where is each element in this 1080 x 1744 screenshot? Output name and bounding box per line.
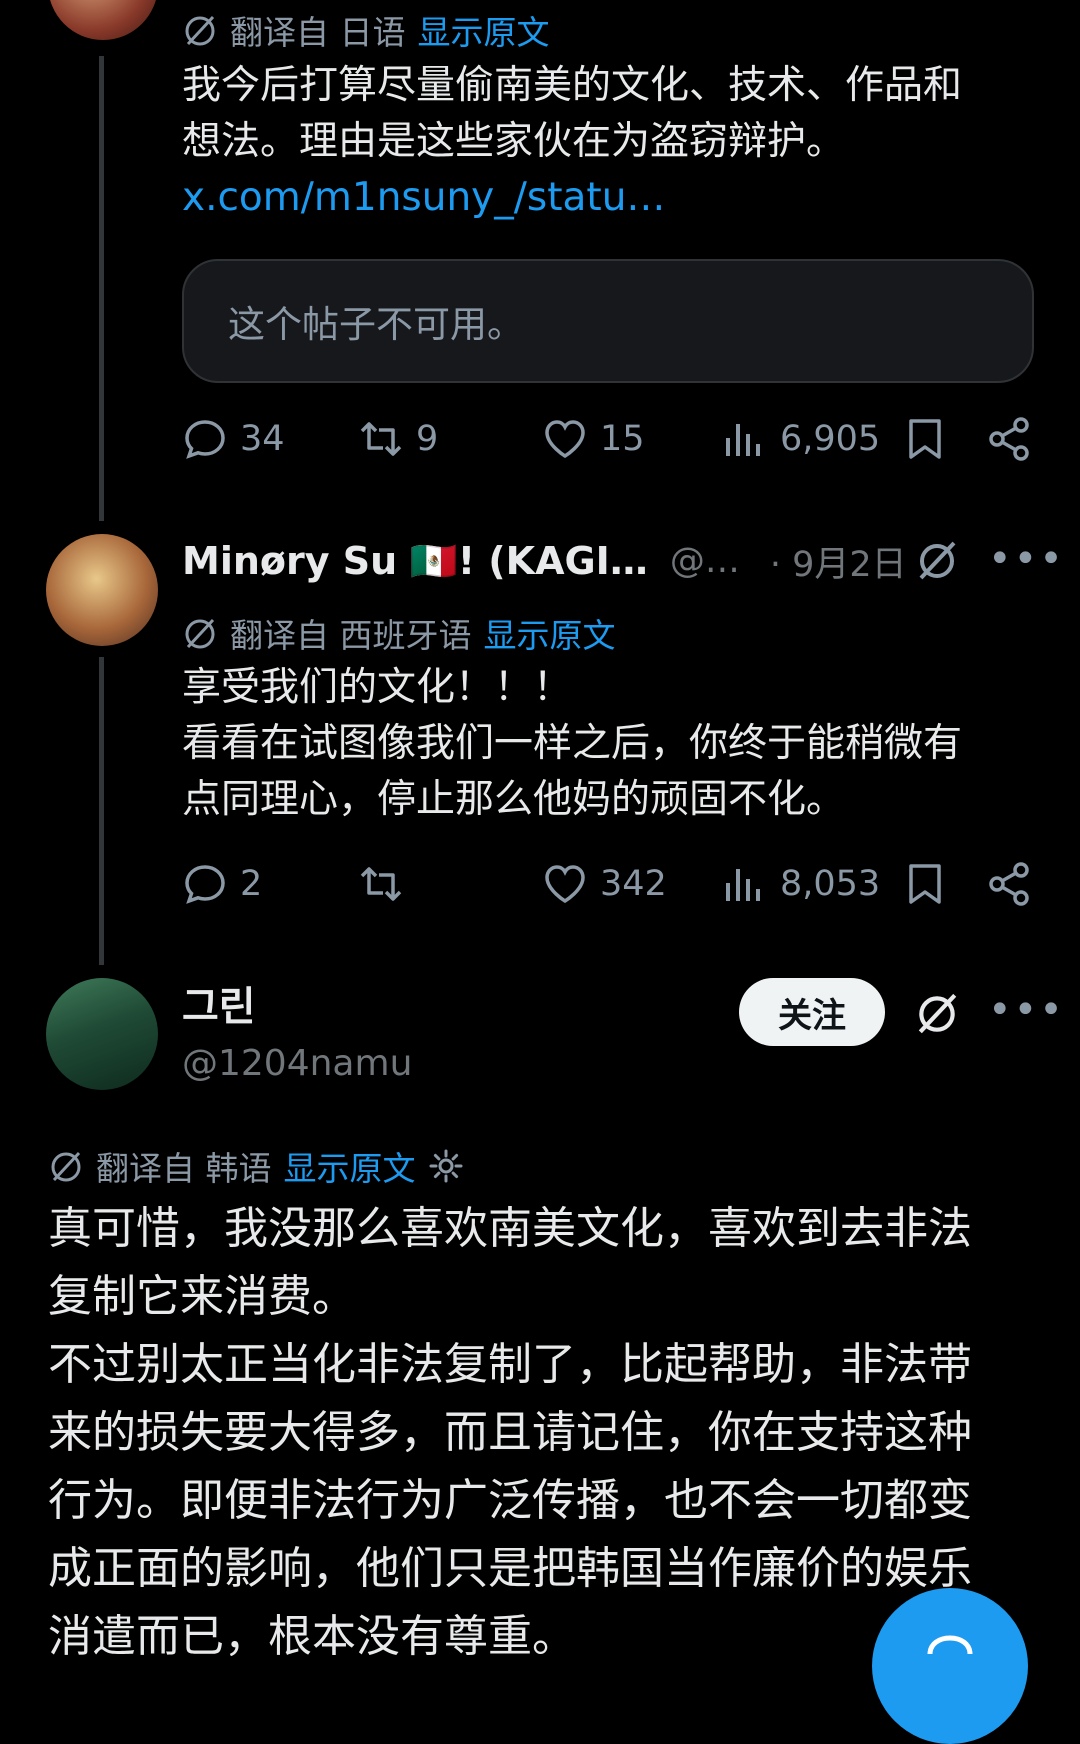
handle-row: @1204namu	[182, 1038, 412, 1088]
compose-button[interactable]	[872, 1588, 1028, 1744]
tweet-text-line: 想法。理由是这些家伙在为盗窃辩护。	[182, 119, 846, 164]
translation-source: 翻译自 西班牙语	[230, 616, 472, 655]
tweet-actions: 2 342 8,053	[182, 861, 1052, 917]
bookmark-button[interactable]	[902, 861, 948, 907]
heart-icon	[545, 865, 585, 904]
like-button[interactable]: 342	[542, 861, 667, 907]
show-original-link[interactable]: 显示原文	[418, 6, 550, 54]
bookmark-icon	[909, 419, 941, 459]
translation-bar: 翻译自 西班牙语 显示原文	[182, 609, 616, 657]
translation-source: 翻译自 韩语	[96, 1149, 272, 1188]
like-count: 342	[600, 864, 667, 904]
reply-button[interactable]: 34	[182, 416, 285, 462]
tweet-text-line: 享受我们的文化！！！	[182, 665, 573, 710]
reply-count: 2	[240, 864, 263, 904]
unavailable-text: 这个帖子不可用。	[228, 303, 524, 346]
more-icon[interactable]: •••	[988, 987, 1065, 1033]
views-button[interactable]: 6,905	[722, 416, 880, 462]
avatar[interactable]	[46, 534, 158, 646]
like-count: 15	[600, 419, 645, 459]
grok-translate-icon	[51, 1151, 81, 1182]
display-name-row: 그린	[182, 978, 256, 1030]
tweet-text-line: 消遣而已，根本没有尊重。	[48, 1611, 576, 1662]
avatar[interactable]	[48, 0, 158, 40]
retweet-button[interactable]: 9	[358, 416, 438, 462]
heart-icon	[545, 420, 585, 459]
unavailable-quote: 这个帖子不可用。	[182, 259, 1034, 383]
tweet-text-line: 来的损失要大得多，而且请记住，你在支持这种	[48, 1407, 972, 1458]
retweet-count: 9	[416, 419, 439, 459]
retweet-icon	[360, 422, 402, 456]
translation-source: 翻译自 日语	[230, 13, 406, 52]
translation-bar: 翻译自 韩语 显示原文	[48, 1142, 464, 1190]
display-name[interactable]: Minøry Su 🇲🇽! (KAGI…	[182, 539, 648, 584]
gear-icon[interactable]	[428, 1148, 464, 1184]
tweet-text-line: 真可惜，我没那么喜欢南美文化，喜欢到去非法	[48, 1203, 972, 1254]
tweet-link[interactable]: x.com/m1nsuny_/statu…	[182, 170, 962, 226]
reply-count: 34	[240, 419, 285, 459]
share-icon	[989, 862, 1029, 906]
views-icon	[726, 424, 760, 456]
tweet-actions: 34 9 15 6,905	[182, 416, 1052, 472]
views-count: 6,905	[780, 419, 881, 459]
bookmark-icon	[909, 864, 941, 904]
reply-icon	[185, 865, 225, 904]
tweet-text: 我今后打算尽量偷南美的文化、技术、作品和 想法。理由是这些家伙在为盗窃辩护。 x…	[182, 58, 962, 226]
reply-icon	[185, 420, 225, 459]
grok-icon[interactable]	[914, 537, 960, 583]
follow-button[interactable]: 关注	[739, 978, 885, 1046]
tweet-text-line: 不过别太正当化非法复制了，比起帮助，非法带	[48, 1339, 972, 1390]
display-name[interactable]: 그린	[182, 974, 256, 1032]
share-button[interactable]	[987, 861, 1033, 907]
thread-line-2	[99, 657, 104, 965]
grok-translate-icon	[185, 618, 215, 649]
reply-button[interactable]: 2	[182, 861, 262, 907]
retweet-button[interactable]	[358, 861, 416, 907]
avatar[interactable]	[46, 978, 158, 1090]
grok-icon[interactable]	[913, 989, 961, 1037]
handle[interactable]: @1204namu	[182, 1043, 412, 1084]
views-count: 8,053	[780, 864, 881, 904]
tweet-text-line: 行为。即便非法行为广泛传播，也不会一切都变	[48, 1475, 972, 1526]
tweet-text-line: 点同理心，停止那么他妈的顽固不化。	[182, 777, 846, 822]
show-original-link[interactable]: 显示原文	[484, 609, 616, 657]
more-icon[interactable]: •••	[988, 536, 1065, 582]
retweet-icon	[360, 867, 402, 901]
show-original-link[interactable]: 显示原文	[284, 1142, 416, 1190]
tweet-text: 真可惜，我没那么喜欢南美文化，喜欢到去非法 复制它来消费。 不过别太正当化非法复…	[48, 1195, 972, 1671]
tweet-text-line: 成正面的影响，他们只是把韩国当作廉价的娱乐	[48, 1543, 972, 1594]
share-icon	[989, 417, 1029, 461]
translation-bar: 翻译自 日语 显示原文	[182, 6, 550, 54]
timestamp[interactable]: · 9月2日	[770, 536, 907, 587]
tweet-header: Minøry Su 🇲🇽! (KAGI… @… · 9月2日	[182, 536, 1032, 586]
grok-translate-icon	[185, 15, 215, 46]
handle[interactable]: @…	[670, 541, 740, 581]
thread-line-1	[99, 56, 104, 521]
views-button[interactable]: 8,053	[722, 861, 880, 907]
compose-icon	[927, 1635, 973, 1655]
share-button[interactable]	[987, 416, 1033, 462]
like-button[interactable]: 15	[542, 416, 645, 462]
bookmark-button[interactable]	[902, 416, 948, 462]
tweet-text-line: 看看在试图像我们一样之后，你终于能稍微有	[182, 721, 963, 766]
tweet-text: 享受我们的文化！！！ 看看在试图像我们一样之后，你终于能稍微有 点同理心，停止那…	[182, 660, 962, 828]
tweet-text-line: 复制它来消费。	[48, 1271, 356, 1322]
tweet-text-line: 我今后打算尽量偷南美的文化、技术、作品和	[182, 63, 963, 108]
views-icon	[726, 869, 760, 901]
